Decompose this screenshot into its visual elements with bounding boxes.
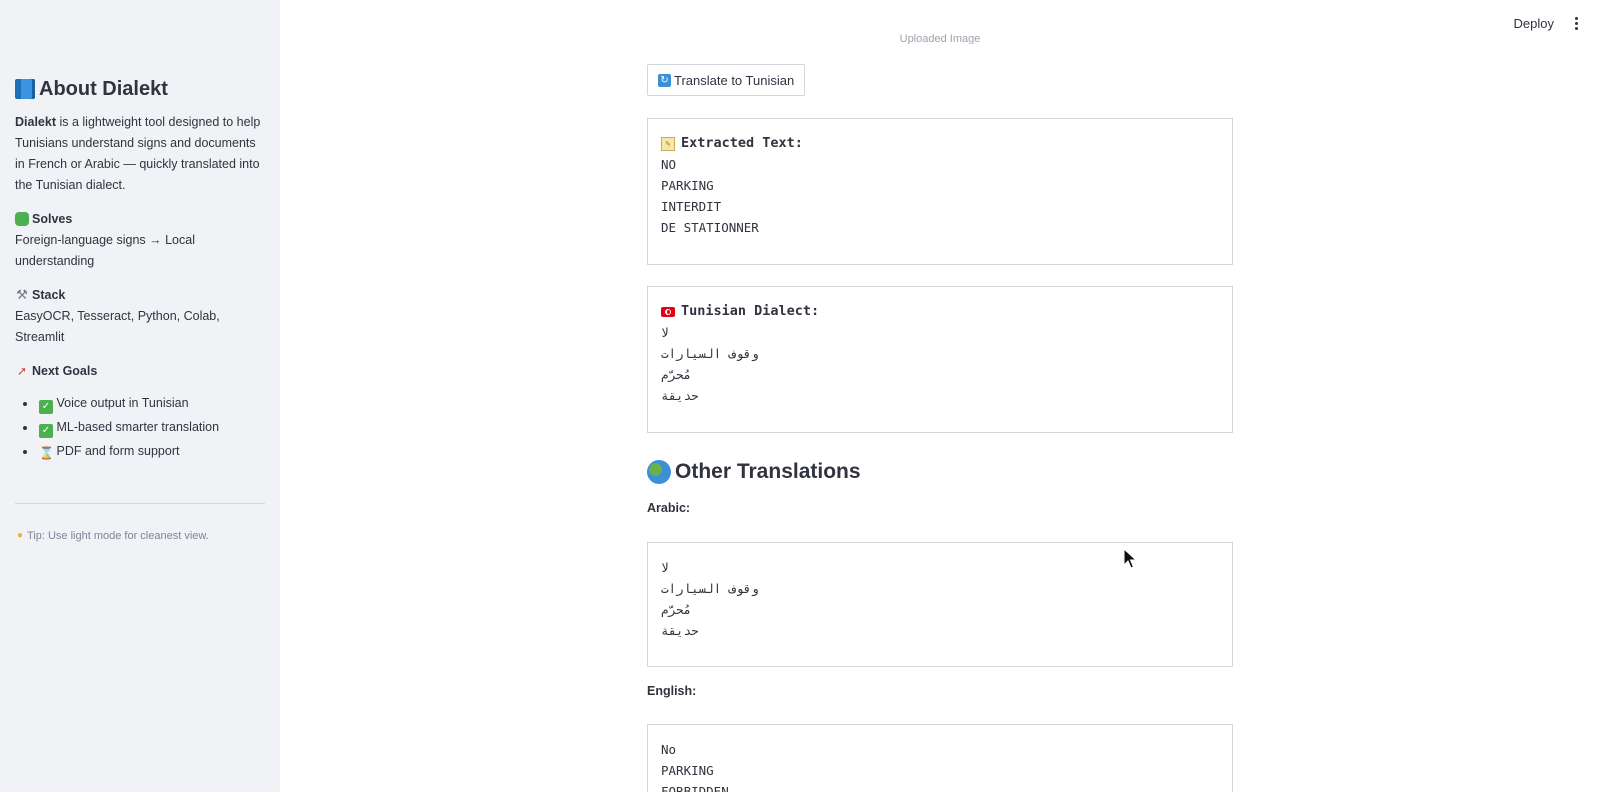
puzzle-piece-icon <box>15 212 29 226</box>
tunisian-title: Tunisian Dialect: <box>661 301 1219 322</box>
light-bulb-icon: ● <box>16 530 24 541</box>
arabic-label: Arabic: <box>647 501 691 515</box>
english-line: PARKING <box>661 763 714 778</box>
tunisian-line: حديقة <box>661 388 699 403</box>
stack-title-text: Stack <box>32 288 66 302</box>
list-item: ✓ ML-based smarter translation <box>37 415 265 439</box>
list-item: ✓ Voice output in Tunisian <box>37 391 265 415</box>
extracted-line: NO <box>661 157 677 172</box>
stack-title: ⚒ Stack <box>15 285 265 305</box>
hourglass-icon: ⌛ <box>39 446 54 460</box>
sidebar-title: About Dialekt <box>15 76 265 102</box>
english-label: English: <box>647 684 697 698</box>
check-mark-icon: ✓ <box>39 400 53 414</box>
extracted-text-box: ✎ Extracted Text: NO PARKING INTERDIT DE… <box>647 118 1233 265</box>
english-line: FORBIDDEN <box>661 784 729 792</box>
blue-book-icon <box>15 79 35 99</box>
goals-list: ✓ Voice output in Tunisian ✓ ML-based sm… <box>15 391 265 463</box>
tunisian-line: مُحرّم <box>661 367 692 382</box>
refresh-icon: ↻ <box>658 73 671 87</box>
globe-icon <box>647 460 671 484</box>
extracted-title: ✎ Extracted Text: <box>661 133 1219 154</box>
list-item: ⌛ PDF and form support <box>37 439 265 463</box>
sidebar-intro: Dialekt is a lightweight tool designed t… <box>15 112 265 196</box>
arabic-translation-box: لا وقوف السيارات مُحرّم حديقة <box>647 542 1233 667</box>
solves-title-text: Solves <box>32 212 73 226</box>
tunisian-line: وقوف السيارات <box>661 346 759 361</box>
tip-label: Tip: Use light mode for cleanest view. <box>27 530 209 542</box>
intro-bold: Dialekt <box>15 115 56 129</box>
english-line: No <box>661 742 677 757</box>
goal-label: PDF and form support <box>56 444 180 458</box>
translate-button-label: Translate to Tunisian <box>674 72 795 88</box>
memo-icon: ✎ <box>661 136 675 151</box>
goals-title-text: Next Goals <box>32 364 98 378</box>
sidebar-divider <box>15 503 265 504</box>
goals-title: ➚ Next Goals <box>15 361 265 381</box>
arabic-line: وقوف السيارات <box>661 581 759 596</box>
other-translations-text: Other Translations <box>675 460 861 483</box>
goal-label: Voice output in Tunisian <box>56 396 189 410</box>
app-root: About Dialekt Dialekt is a lightweight t… <box>0 0 1600 792</box>
tunisian-dialect-box: Tunisian Dialect: لا وقوف السيارات مُحرّ… <box>647 286 1233 433</box>
sidebar-title-text: About Dialekt <box>39 77 168 100</box>
goal-label: ML-based smarter translation <box>56 420 220 434</box>
sidebar: About Dialekt Dialekt is a lightweight t… <box>0 0 280 792</box>
hammer-wrench-icon: ⚒ <box>16 287 28 302</box>
english-translation-box: No PARKING FORBIDDEN <box>647 724 1233 792</box>
arabic-line: حديقة <box>661 623 699 638</box>
solves-title: Solves <box>15 209 265 229</box>
header-actions: Deploy <box>1512 12 1582 35</box>
tunisian-line: لا <box>661 325 669 340</box>
mouse-cursor-icon <box>1123 548 1138 569</box>
extracted-line: PARKING <box>661 178 714 193</box>
extracted-title-text: Extracted Text: <box>681 135 803 151</box>
extracted-line: INTERDIT <box>661 199 722 214</box>
stack-body: EasyOCR, Tesseract, Python, Colab, Strea… <box>15 309 220 344</box>
tunisia-flag-icon <box>661 306 675 317</box>
deploy-button[interactable]: Deploy <box>1512 12 1556 35</box>
other-translations-heading: Other Translations <box>647 458 861 486</box>
tunisian-title-text: Tunisian Dialect: <box>681 303 820 319</box>
image-caption: Uploaded Image <box>899 34 981 44</box>
extracted-line: DE STATIONNER <box>661 220 759 235</box>
rocket-icon: ➚ <box>16 364 28 378</box>
tip-text: ● Tip: Use light mode for cleanest view. <box>15 529 265 543</box>
arabic-line: مُحرّم <box>661 602 692 617</box>
solves-body: Foreign-language signs → Local understan… <box>15 233 195 268</box>
translate-button[interactable]: ↻ Translate to Tunisian <box>647 64 806 96</box>
main-menu-icon[interactable] <box>1570 14 1582 34</box>
check-mark-icon: ✓ <box>39 424 53 438</box>
main-content: Uploaded Image ↻ Translate to Tunisian ✎… <box>647 0 1233 792</box>
